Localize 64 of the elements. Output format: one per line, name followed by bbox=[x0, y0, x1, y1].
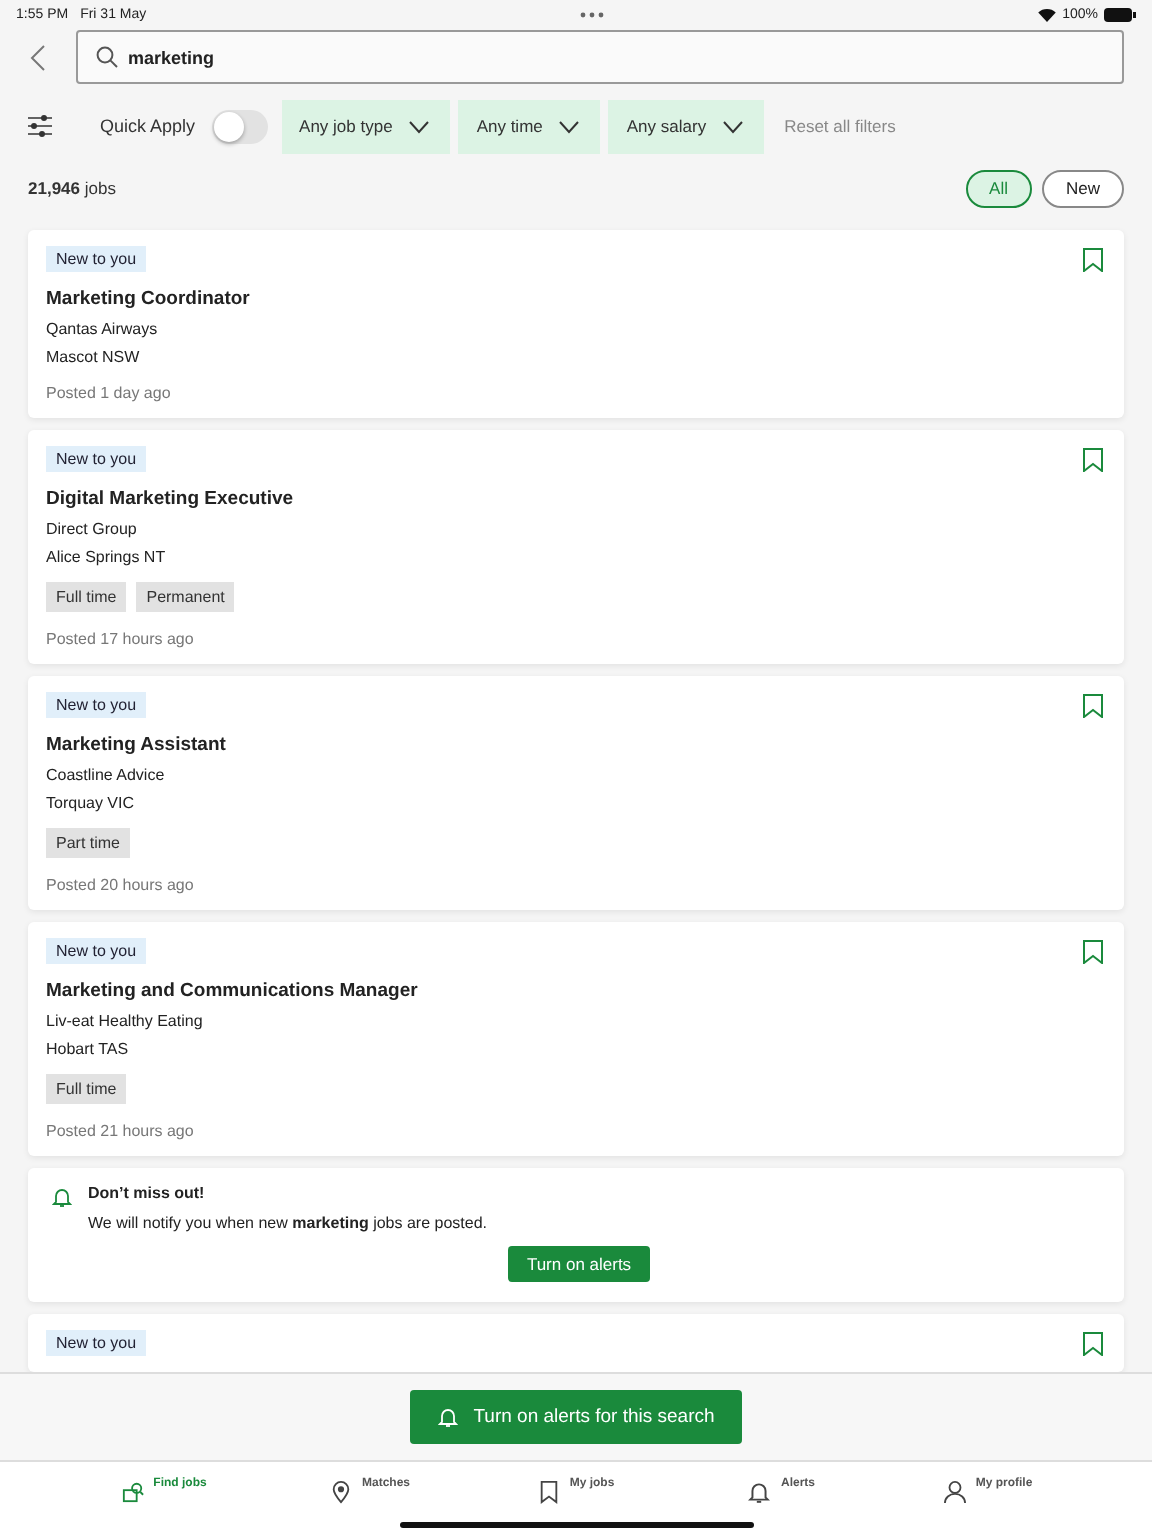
wifi-icon bbox=[1038, 7, 1057, 21]
new-badge: New to you bbox=[46, 938, 147, 964]
filter-chip[interactable]: New bbox=[1041, 169, 1124, 207]
turn-on-alerts-button[interactable]: Turn on alerts for this search bbox=[409, 1390, 743, 1444]
turn-on-alerts-button[interactable]: Turn on alerts bbox=[508, 1246, 650, 1282]
profile-icon bbox=[943, 1480, 966, 1504]
filter-sliders-icon[interactable] bbox=[28, 114, 52, 138]
location-pin-icon bbox=[329, 1480, 352, 1504]
job-title: Marketing and Communications Manager bbox=[46, 980, 418, 1002]
job-location: Mascot NSW bbox=[46, 348, 140, 366]
bell-icon bbox=[748, 1480, 771, 1504]
job-title: Marketing Assistant bbox=[46, 734, 226, 756]
bookmark-icon bbox=[537, 1480, 560, 1504]
new-badge: New to you bbox=[46, 1330, 147, 1356]
alert-title: Don’t miss out! bbox=[88, 1184, 205, 1202]
job-tag: Permanent bbox=[136, 582, 235, 612]
new-badge: New to you bbox=[46, 692, 147, 718]
company-name: Qantas Airways bbox=[46, 320, 158, 338]
quick-apply-label: Quick Apply bbox=[100, 116, 196, 136]
filter-dropdown[interactable]: Any time bbox=[458, 99, 601, 153]
company-name: Coastline Advice bbox=[46, 766, 165, 784]
job-card[interactable]: New to you Marketing Coordinator Qantas Airways Mascot NSW Posted 1 day ago bbox=[28, 230, 1124, 418]
search-field[interactable]: marketing bbox=[76, 30, 1124, 84]
posted-time: Posted 20 hours ago bbox=[46, 876, 194, 894]
posted-time: Posted 1 day ago bbox=[46, 384, 171, 402]
bookmark-icon[interactable] bbox=[1082, 448, 1104, 472]
chevron-down-icon bbox=[408, 119, 431, 133]
job-card[interactable]: New to you Marketing and Communications Manager Liv-eat Healthy Eating Hobart TAS Full time Posted 21 hours ago bbox=[28, 922, 1124, 1156]
new-badge: New to you bbox=[46, 446, 147, 472]
job-search-icon bbox=[121, 1480, 144, 1504]
search-icon bbox=[96, 46, 118, 68]
job-title: Marketing Coordinator bbox=[46, 288, 250, 310]
job-title: Digital Marketing Executive bbox=[46, 488, 294, 510]
job-card[interactable]: New to you bbox=[28, 1314, 1124, 1372]
filter-dropdown[interactable]: Any salary bbox=[608, 99, 765, 153]
company-name: Liv-eat Healthy Eating bbox=[46, 1012, 203, 1030]
bookmark-icon[interactable] bbox=[1082, 248, 1104, 272]
bookmark-icon[interactable] bbox=[1082, 694, 1104, 718]
job-card[interactable]: New to you Marketing Assistant Coastline Advice Torquay VIC Part time Posted 20 hours ago bbox=[28, 676, 1124, 910]
battery-icon bbox=[1104, 7, 1136, 21]
job-location: Torquay VIC bbox=[46, 794, 135, 812]
bookmark-icon[interactable] bbox=[1082, 1332, 1104, 1356]
bookmark-icon[interactable] bbox=[1082, 940, 1104, 964]
job-tag: Part time bbox=[46, 828, 131, 858]
job-count: 21,946 jobs bbox=[28, 178, 116, 198]
posted-time: Posted 17 hours ago bbox=[46, 630, 194, 648]
posted-time: Posted 21 hours ago bbox=[46, 1122, 194, 1140]
filter-dropdown[interactable]: Any job type bbox=[281, 99, 451, 153]
quick-apply-toggle[interactable] bbox=[211, 109, 268, 143]
new-badge: New to you bbox=[46, 246, 147, 272]
job-location: Hobart TAS bbox=[46, 1040, 129, 1058]
chevron-down-icon bbox=[722, 119, 745, 133]
bell-icon bbox=[437, 1406, 458, 1428]
bell-icon bbox=[52, 1186, 72, 1208]
filter-chip[interactable]: All bbox=[965, 169, 1032, 207]
job-card[interactable]: New to you Digital Marketing Executive Direct Group Alice Springs NT Full time Permanent Posted 17 hours ago bbox=[28, 430, 1124, 664]
chevron-down-icon bbox=[558, 119, 581, 133]
more-dots-icon bbox=[580, 11, 605, 17]
job-tag: Full time bbox=[46, 1074, 127, 1104]
back-icon[interactable] bbox=[28, 43, 48, 71]
alert-text: We will notify you when new marketing jobs are posted. bbox=[88, 1214, 488, 1232]
company-name: Direct Group bbox=[46, 520, 137, 538]
job-tag: Full time bbox=[46, 582, 127, 612]
job-location: Alice Springs NT bbox=[46, 548, 166, 566]
